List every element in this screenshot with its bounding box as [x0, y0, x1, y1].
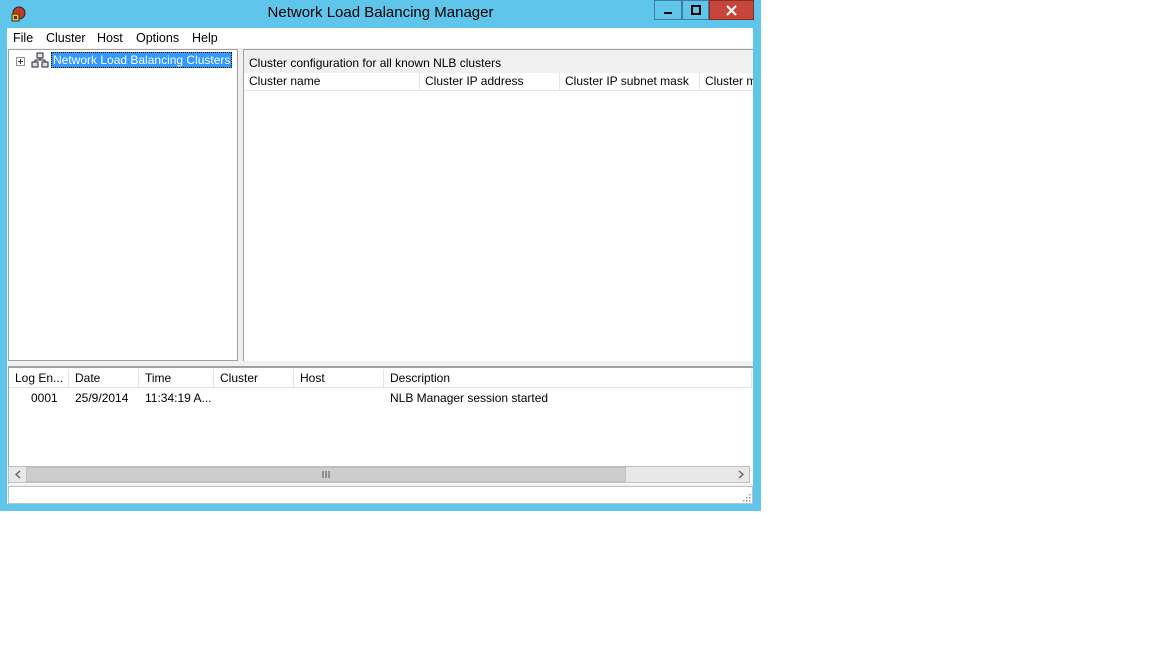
details-header: Cluster configuration for all known NLB … — [244, 50, 753, 73]
log-column-date[interactable]: Date — [69, 369, 139, 388]
log-time-cell: 11:34:19 A... — [145, 391, 212, 405]
log-column-entry[interactable]: Log En... — [9, 369, 69, 388]
column-subnet-mask[interactable]: Cluster IP subnet mask — [560, 73, 700, 91]
grip-icon — [322, 471, 330, 478]
window-title: Network Load Balancing Manager — [267, 4, 494, 21]
chevron-left-icon — [14, 470, 20, 479]
log-column-time[interactable]: Time — [139, 369, 214, 388]
scroll-thumb[interactable] — [26, 467, 626, 482]
menu-file[interactable]: File — [13, 31, 33, 45]
menu-options[interactable]: Options — [136, 31, 179, 45]
maximize-icon — [690, 5, 701, 15]
vertical-splitter[interactable] — [238, 49, 242, 361]
title-bar[interactable]: Network Load Balancing Manager — [0, 0, 761, 28]
cluster-tree[interactable]: Network Load Balancing Clusters — [8, 49, 238, 361]
menu-bar: File Cluster Host Options Help — [7, 28, 753, 48]
minimize-icon — [664, 12, 672, 14]
log-column-description[interactable]: Description — [384, 369, 752, 388]
log-description-cell: NLB Manager session started — [390, 391, 549, 405]
status-bar — [8, 486, 753, 504]
maximize-button[interactable] — [682, 0, 709, 20]
scroll-right-button[interactable] — [732, 467, 749, 482]
minimize-button[interactable] — [654, 0, 682, 20]
column-cluster-name[interactable]: Cluster name — [244, 73, 420, 91]
menu-help[interactable]: Help — [192, 31, 218, 45]
cluster-details-pane: Cluster configuration for all known NLB … — [243, 49, 753, 361]
nlb-manager-window: Network Load Balancing Manager File Clus… — [0, 0, 761, 511]
details-header-text: Cluster configuration for all known NLB … — [249, 56, 502, 70]
expand-icon[interactable] — [16, 57, 25, 66]
log-column-host[interactable]: Host — [294, 369, 384, 388]
resize-grip-icon[interactable] — [742, 493, 751, 502]
log-entry-cell: 0001 — [31, 391, 58, 405]
menu-host[interactable]: Host — [97, 31, 123, 45]
log-column-cluster[interactable]: Cluster — [214, 369, 294, 388]
column-cluster-ip[interactable]: Cluster IP address — [420, 73, 560, 91]
menu-cluster[interactable]: Cluster — [46, 31, 86, 45]
close-icon — [726, 4, 737, 16]
tree-root-node[interactable]: Network Load Balancing Clusters — [51, 52, 233, 68]
network-clusters-icon — [31, 52, 49, 68]
scroll-left-button[interactable] — [9, 467, 26, 482]
log-horizontal-scrollbar[interactable] — [8, 466, 750, 483]
client-area: File Cluster Host Options Help Network L… — [7, 28, 753, 504]
chevron-right-icon — [738, 470, 744, 479]
close-button[interactable] — [709, 0, 754, 20]
log-date-cell: 25/9/2014 — [75, 391, 129, 405]
column-cluster-mode[interactable]: Cluster mo — [700, 73, 753, 91]
